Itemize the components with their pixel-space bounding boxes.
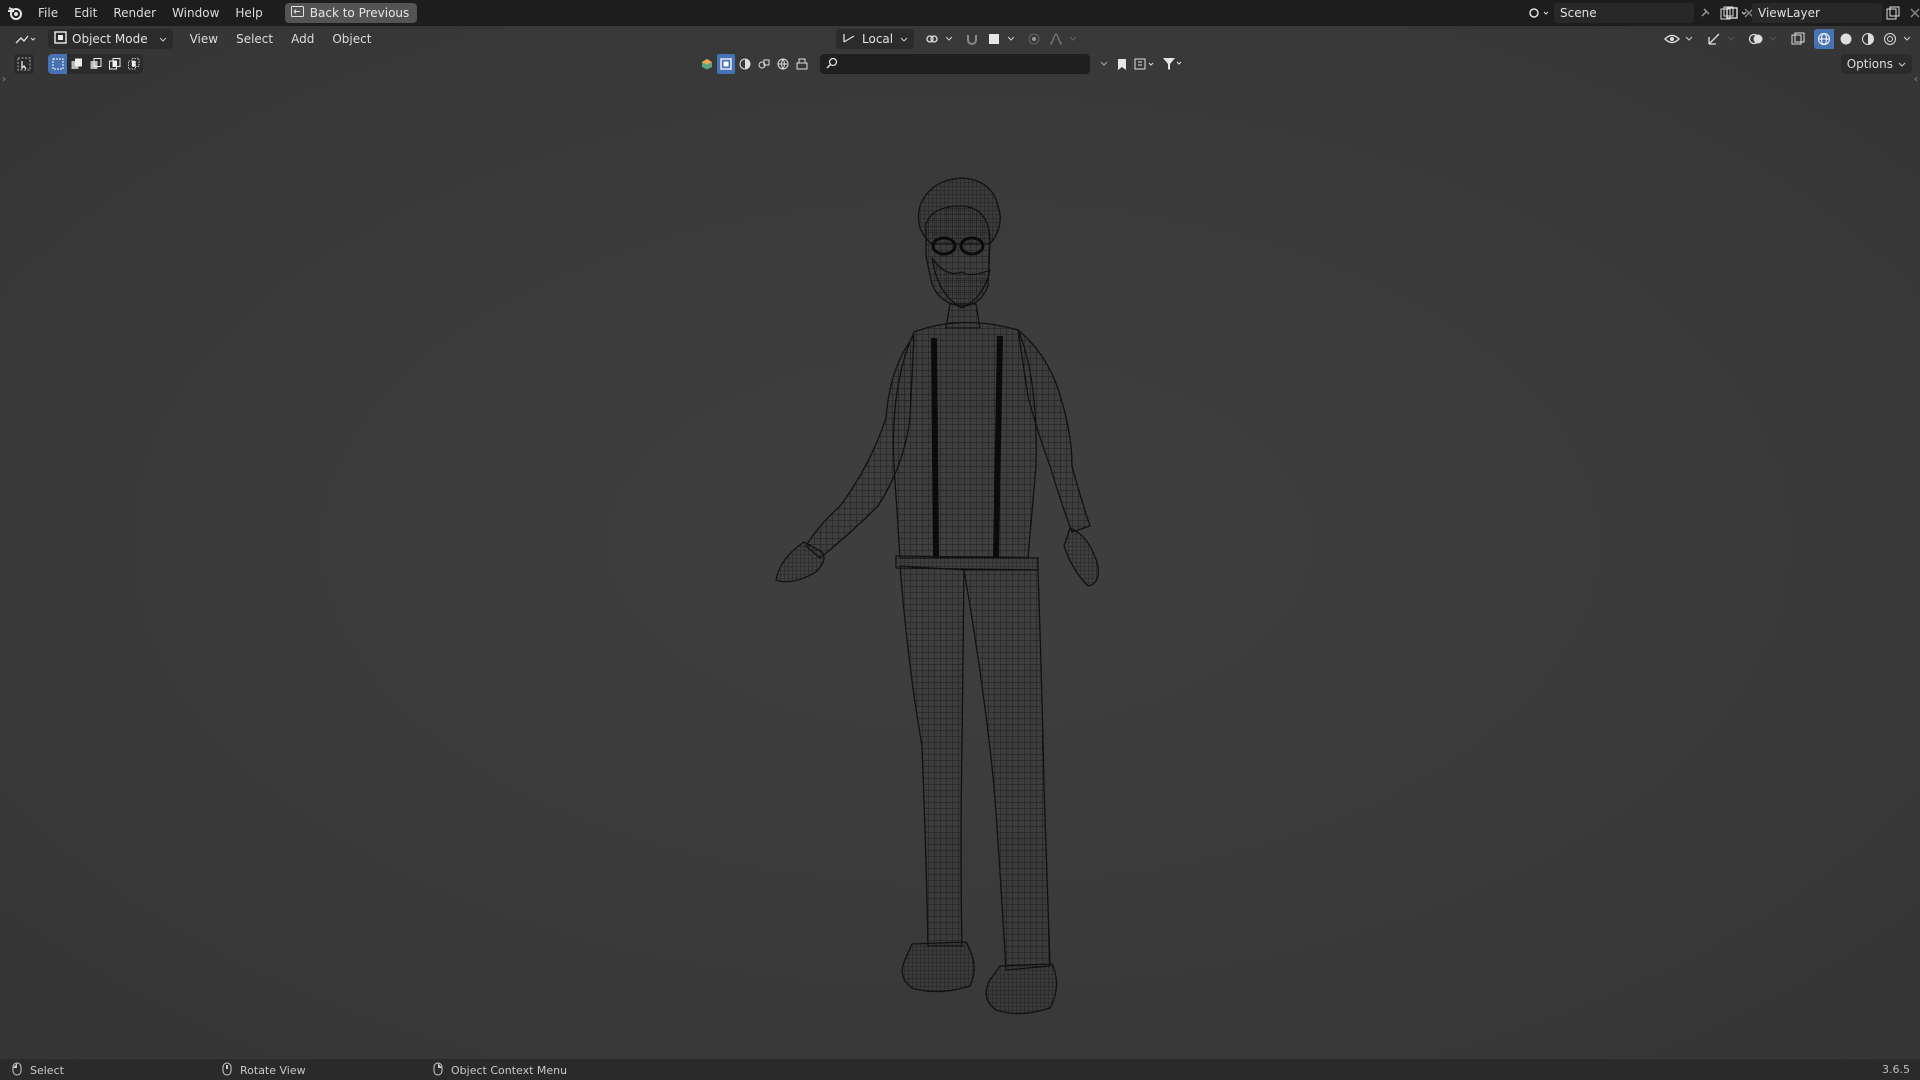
view-layer-browse-icon[interactable] (1722, 3, 1752, 23)
object-mode-icon (54, 31, 67, 47)
status-context-menu-label: Object Context Menu (451, 1064, 568, 1077)
chevron-down-icon (1898, 57, 1906, 71)
menu-edit[interactable]: Edit (66, 2, 105, 24)
status-select-label: Select (30, 1064, 64, 1077)
mesh-filter-icon[interactable] (698, 54, 716, 74)
status-rotate-view-label: Rotate View (240, 1064, 306, 1077)
3d-viewport[interactable]: Object Mode View Select Add Object Local (0, 26, 1920, 1059)
status-rotate-view: Rotate View (222, 1062, 306, 1079)
mouse-left-icon (12, 1062, 22, 1079)
menu-render[interactable]: Render (105, 2, 164, 24)
object-type-filters (698, 54, 811, 74)
chevron-down-icon[interactable] (1684, 29, 1694, 49)
extend-selection-icon[interactable] (67, 54, 86, 74)
pin-scene-icon[interactable] (1694, 3, 1716, 23)
pivot-point-icon[interactable] (922, 29, 942, 49)
object-filter-icon[interactable] (717, 54, 735, 74)
solid-shading-icon[interactable] (1836, 29, 1856, 49)
screen-back-icon (290, 6, 304, 20)
viewport-menu-select[interactable]: Select (227, 32, 282, 46)
selection-mode-group (48, 54, 143, 74)
scene-browse-icon[interactable] (1524, 3, 1554, 23)
editor-type-icon[interactable] (12, 29, 40, 49)
invert-selection-icon[interactable] (105, 54, 124, 74)
viewport-header: Object Mode View Select Add Object Local (0, 26, 1920, 52)
world-filter-icon[interactable] (774, 54, 792, 74)
orientation-label: Local (862, 32, 894, 46)
viewport-tool-settings: Options (0, 54, 1920, 76)
chevron-down-icon[interactable] (944, 29, 954, 49)
display-mode-icon[interactable] (1132, 54, 1158, 74)
mouse-middle-icon (222, 1062, 232, 1079)
xray-toggle-icon[interactable] (1788, 29, 1808, 49)
options-dropdown[interactable]: Options (1840, 54, 1912, 74)
status-context-menu: Object Context Menu (433, 1062, 567, 1079)
transform-orientation-dropdown[interactable]: Local (836, 29, 914, 49)
options-label: Options (1846, 57, 1893, 71)
top-bar: File Edit Render Window Help Back to Pre… (0, 0, 1920, 26)
material-filter-icon[interactable] (736, 54, 754, 74)
viewport-menu-view[interactable]: View (181, 32, 227, 46)
select-tool-icon[interactable] (14, 54, 34, 74)
snap-target-icon[interactable] (984, 29, 1004, 49)
shape-filter-icon[interactable] (755, 54, 773, 74)
scene-name-field[interactable]: Scene (1554, 3, 1694, 23)
menu-help[interactable]: Help (227, 2, 270, 24)
viewport-menu-object[interactable]: Object (323, 32, 380, 46)
blender-logo-icon[interactable] (0, 0, 30, 26)
bookmark-icon[interactable] (1114, 54, 1130, 74)
viewport-display-controls (1662, 29, 1912, 49)
sidebar-expand-arrow-icon[interactable]: ‹ (1914, 74, 1918, 85)
chevron-down-icon[interactable] (1726, 29, 1736, 49)
search-icon (826, 57, 838, 72)
falloff-curve-icon[interactable] (1046, 29, 1066, 49)
subtract-selection-icon[interactable] (86, 54, 105, 74)
intersect-selection-icon[interactable] (124, 54, 143, 74)
proportional-editing-icon[interactable] (1024, 29, 1044, 49)
mouse-right-icon (433, 1062, 443, 1079)
scene-name: Scene (1560, 6, 1597, 20)
toolbar-expand-arrow-icon[interactable]: › (2, 74, 6, 85)
filter-controls (1096, 54, 1186, 74)
viewport-menu-add[interactable]: Add (282, 32, 323, 46)
view-layer-selector: ViewLayer (1722, 2, 1920, 24)
version-label: 3.6.5 (1882, 1063, 1910, 1076)
object-mode-dropdown[interactable]: Object Mode (48, 29, 173, 49)
set-new-selection-icon[interactable] (48, 54, 67, 74)
filter-funnel-icon[interactable] (1160, 54, 1186, 74)
wireframe-character-model[interactable] (700, 166, 1220, 1046)
close-view-layer-icon[interactable] (1904, 3, 1920, 23)
object-mode-label: Object Mode (72, 32, 148, 46)
menu-file[interactable]: File (30, 2, 66, 24)
chevron-down-icon[interactable] (1068, 29, 1078, 49)
chevron-down-icon[interactable] (1902, 29, 1912, 49)
snap-magnet-icon[interactable] (962, 29, 982, 49)
back-to-previous-button[interactable]: Back to Previous (284, 3, 418, 23)
asset-search-input[interactable] (820, 54, 1090, 74)
chevron-down-icon (159, 32, 167, 46)
status-bar: Select Rotate View Object Context Menu 3… (0, 1059, 1920, 1080)
visibility-eye-icon[interactable] (1662, 29, 1682, 49)
rendered-shading-icon[interactable] (1880, 29, 1900, 49)
menu-window[interactable]: Window (164, 2, 227, 24)
orientation-axes-icon (842, 32, 856, 47)
view-layer-name-field[interactable]: ViewLayer (1752, 3, 1882, 23)
view-layer-name: ViewLayer (1758, 6, 1820, 20)
chevron-down-icon[interactable] (1768, 29, 1778, 49)
material-preview-icon[interactable] (1858, 29, 1878, 49)
chevron-down-icon[interactable] (1096, 54, 1112, 74)
gizmo-icon[interactable] (1704, 29, 1724, 49)
chevron-down-icon (900, 32, 908, 46)
new-view-layer-icon[interactable] (1882, 3, 1904, 23)
wireframe-shading-icon[interactable] (1814, 29, 1834, 49)
chevron-down-icon[interactable] (1006, 29, 1016, 49)
scene-filter-icon[interactable] (793, 54, 811, 74)
status-select: Select (12, 1062, 64, 1079)
snapping-controls (922, 29, 1078, 49)
back-to-previous-label: Back to Previous (309, 6, 410, 20)
overlays-icon[interactable] (1746, 29, 1766, 49)
